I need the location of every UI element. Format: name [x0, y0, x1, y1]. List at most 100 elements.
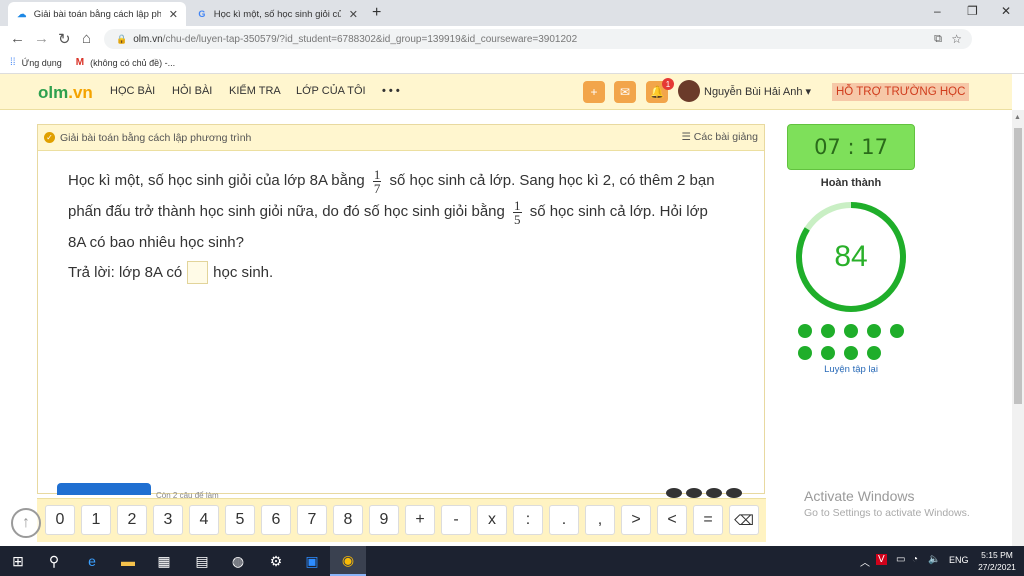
network-icon[interactable]: ◔: [912, 554, 918, 565]
support-button[interactable]: HỖ TRỢ TRƯỜNG HỌC: [832, 83, 970, 101]
browser-tab-google[interactable]: G Học kì một, số học sinh giỏi của ✕: [188, 2, 366, 26]
page-scrollbar[interactable]: ▲: [1012, 110, 1024, 546]
tool-button[interactable]: [686, 488, 702, 498]
keypad-key[interactable]: <: [657, 505, 687, 535]
keypad-key[interactable]: 1: [81, 505, 111, 535]
question-dot[interactable]: [890, 324, 904, 338]
tab-title: Giải bài toán bằng cách lập phương: [33, 8, 161, 20]
file-explorer-icon[interactable]: ▬: [110, 546, 146, 576]
keypad-key[interactable]: 9: [369, 505, 399, 535]
nav-hoi-bai[interactable]: HỎI BÀI: [172, 85, 212, 97]
url-path: /chu-de/luyen-tap-350579/?id_student=678…: [162, 33, 578, 45]
bookmark-gmail[interactable]: M (không có chủ đề) -...: [76, 57, 175, 68]
fraction-one-fifth: 15: [513, 197, 522, 227]
question-dot[interactable]: [844, 346, 858, 360]
keypad-key[interactable]: =: [693, 505, 723, 535]
keypad-key[interactable]: .: [549, 505, 579, 535]
address-bar-row: ← → ↻ ⌂ 🔒 olm.vn /chu-de/luyen-tap-35057…: [0, 26, 1024, 72]
keypad-key[interactable]: 8: [333, 505, 363, 535]
backspace-key[interactable]: ⌫: [729, 505, 759, 535]
chrome-icon[interactable]: ◉: [330, 546, 366, 576]
browser-tab-lesson[interactable]: ☁ Giải bài toán bằng cách lập phương ✕: [8, 2, 186, 26]
url-field[interactable]: 🔒 olm.vn /chu-de/luyen-tap-350579/?id_st…: [104, 29, 972, 49]
reload-icon[interactable]: ↻: [58, 30, 71, 48]
app-icon[interactable]: ◍: [220, 546, 256, 576]
exercise-header: ✓ Giải bài toán bằng cách lập phương trì…: [38, 125, 764, 151]
keypad-key[interactable]: -: [441, 505, 471, 535]
site-logo[interactable]: olm.vn: [38, 83, 93, 103]
battery-icon[interactable]: ▭: [896, 554, 905, 565]
star-icon[interactable]: ☆: [951, 32, 962, 46]
countdown-timer: 07 : 17: [787, 124, 915, 170]
keypad-key[interactable]: >: [621, 505, 651, 535]
lesson-title: Giải bài toán bằng cách lập phương trình: [60, 131, 252, 144]
keypad-key[interactable]: 0: [45, 505, 75, 535]
user-name-menu[interactable]: Nguyễn Bùi Hải Anh ▾: [704, 85, 811, 98]
scrollbar-thumb[interactable]: [1014, 128, 1022, 404]
scroll-top-icon[interactable]: ↑: [11, 508, 41, 538]
edge-icon[interactable]: e: [74, 546, 110, 576]
taskbar-clock[interactable]: 5:15 PM 27/2/2021: [974, 549, 1020, 573]
bookmark-label: (không có chủ đề) -...: [90, 57, 176, 68]
bookmark-apps[interactable]: ⁞⁞ Ứng dụng: [10, 57, 62, 68]
question-dot[interactable]: [798, 346, 812, 360]
search-icon[interactable]: ⚲: [36, 546, 72, 576]
microsoft-office-icon[interactable]: ▦: [146, 546, 182, 576]
question-text: Học kì một, số học sinh giỏi của lớp 8A …: [68, 166, 715, 251]
tool-button[interactable]: [726, 488, 742, 498]
close-window-button[interactable]: ✕: [1001, 4, 1011, 18]
keypad-key[interactable]: 6: [261, 505, 291, 535]
question-dot[interactable]: [821, 324, 835, 338]
lectures-link[interactable]: ☰ Các bài giảng: [681, 131, 758, 143]
minimize-button[interactable]: –: [934, 4, 941, 18]
submit-button[interactable]: [57, 483, 151, 495]
settings-gear-icon[interactable]: ⚙: [258, 546, 294, 576]
question-dot[interactable]: [844, 324, 858, 338]
chat-icon[interactable]: ✉: [614, 81, 636, 103]
answer-input[interactable]: [187, 261, 209, 284]
question-dot[interactable]: [867, 346, 881, 360]
store-icon[interactable]: ▤: [184, 546, 220, 576]
nav-lop-cua-toi[interactable]: LỚP CỦA TÔI: [296, 85, 366, 97]
question-dot[interactable]: [798, 324, 812, 338]
keypad-key[interactable]: 2: [117, 505, 147, 535]
bookmarks-bar: ⁞⁞ Ứng dụng M (không có chủ đề) -...: [0, 52, 1024, 74]
keypad-key[interactable]: +: [405, 505, 435, 535]
nav-kiem-tra[interactable]: KIỂM TRA: [229, 85, 281, 97]
keypad-key[interactable]: :: [513, 505, 543, 535]
tab-title: Học kì một, số học sinh giỏi của: [213, 8, 341, 20]
close-icon[interactable]: ✕: [349, 8, 358, 21]
tool-button[interactable]: [666, 488, 682, 498]
add-friend-icon[interactable]: +: [583, 81, 605, 103]
new-tab-button[interactable]: +: [372, 4, 381, 22]
keypad-key[interactable]: 7: [297, 505, 327, 535]
keypad-key[interactable]: 4: [189, 505, 219, 535]
keypad-key[interactable]: 5: [225, 505, 255, 535]
user-avatar[interactable]: [678, 80, 700, 102]
close-icon[interactable]: ✕: [169, 8, 178, 21]
question-dot[interactable]: [821, 346, 835, 360]
exercise-card: ✓ Giải bài toán bằng cách lập phương trì…: [37, 124, 765, 500]
retry-link[interactable]: Luyện tập lại: [787, 364, 915, 375]
keypad-key[interactable]: x: [477, 505, 507, 535]
tray-expand-icon[interactable]: ︿: [860, 554, 870, 569]
back-arrow-icon[interactable]: ←: [10, 30, 25, 47]
forward-arrow-icon[interactable]: →: [34, 30, 49, 47]
volume-icon[interactable]: 🔈: [928, 554, 940, 565]
maximize-button[interactable]: ❐: [967, 4, 978, 18]
zoom-icon[interactable]: ▣: [294, 546, 330, 576]
translate-icon[interactable]: ⧉: [934, 33, 942, 46]
gmail-icon: M: [75, 57, 85, 68]
language-indicator[interactable]: ENG: [949, 555, 969, 565]
antivirus-icon[interactable]: V: [876, 554, 887, 565]
keypad-key[interactable]: 3: [153, 505, 183, 535]
windows-start-icon[interactable]: ⊞: [0, 546, 36, 576]
nav-more[interactable]: • • •: [382, 85, 400, 97]
home-icon[interactable]: ⌂: [82, 30, 91, 47]
question-dot[interactable]: [867, 324, 881, 338]
scroll-up-icon[interactable]: ▲: [1014, 114, 1021, 121]
tool-button[interactable]: [706, 488, 722, 498]
complete-label: Hoàn thành: [820, 177, 882, 189]
keypad-key[interactable]: ,: [585, 505, 615, 535]
nav-hoc-bai[interactable]: HỌC BÀI: [110, 85, 155, 97]
